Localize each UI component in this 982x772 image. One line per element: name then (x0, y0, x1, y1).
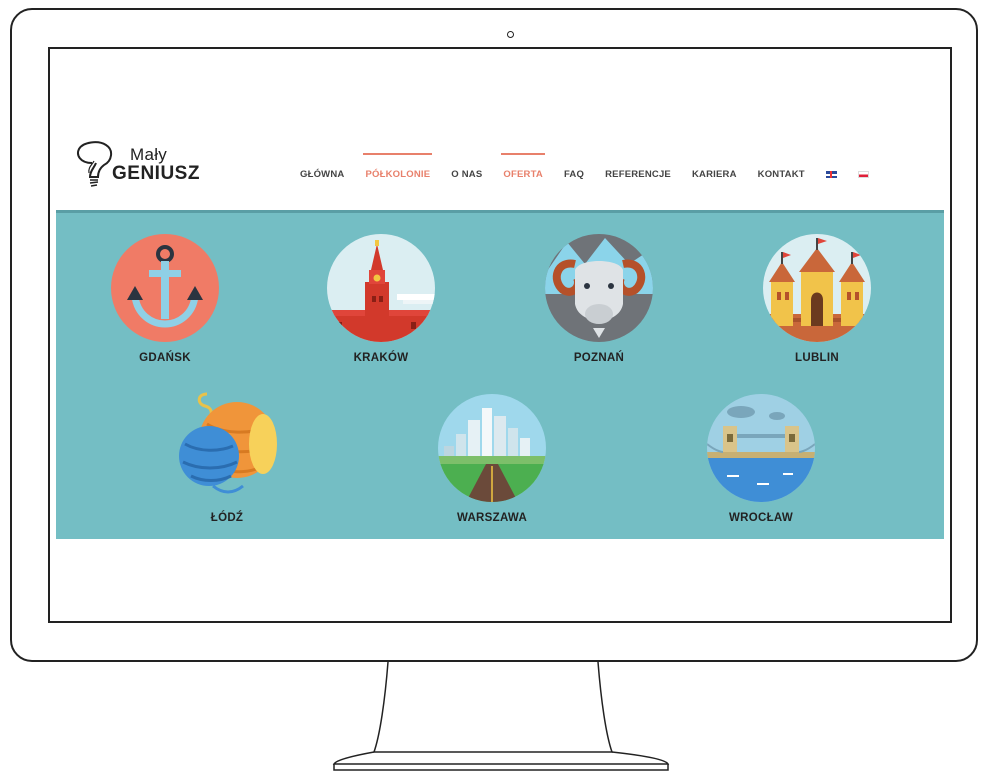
city-name-poznan: POZNAŃ (573, 352, 625, 364)
polish-flag-icon[interactable] (857, 171, 869, 178)
nav-item-referencje[interactable]: REFERENCJE (605, 169, 671, 180)
city-name-lodz: ŁÓDŹ (210, 512, 244, 524)
main-navigation: GŁÓWNA PÓŁKOLONIE O NAS OFERTA FAQ REFER… (300, 153, 890, 180)
city-name-lublin: LUBLIN (795, 352, 839, 364)
logo-text-geniusz: GENIUSZ (112, 163, 200, 184)
castle-icon (763, 234, 871, 342)
english-flag-icon[interactable] (825, 171, 837, 178)
city-name-gdansk: GDAŃSK (139, 352, 191, 364)
website-screen: Mały GENIUSZ GŁÓWNA PÓŁKOLONIE O NAS OFE… (48, 47, 952, 623)
site-header: Mały GENIUSZ GŁÓWNA PÓŁKOLONIE O NAS OFE… (50, 49, 950, 209)
bridge-icon (707, 394, 815, 502)
city-tile-lodz[interactable]: ŁÓDŹ (162, 392, 292, 524)
nav-item-faq[interactable]: FAQ (564, 169, 584, 180)
city-name-wroclaw: WROCŁAW (728, 512, 794, 524)
city-tile-gdansk[interactable]: GDAŃSK (100, 234, 230, 364)
city-name-warszawa: WARSZAWA (456, 512, 528, 524)
city-name-krakow: KRAKÓW (353, 352, 409, 364)
nav-item-kariera[interactable]: KARIERA (692, 169, 737, 180)
city-skyline-icon (438, 394, 546, 502)
anchor-icon (111, 234, 219, 342)
lightbulb-icon (77, 141, 112, 187)
nav-item-kontakt[interactable]: KONTAKT (758, 169, 805, 180)
nav-item-glowna[interactable]: GŁÓWNA (300, 169, 344, 180)
logo-text-maly: Mały (130, 145, 168, 164)
nav-item-o-nas[interactable]: O NAS (451, 169, 482, 180)
nav-item-oferta[interactable]: OFERTA (501, 153, 545, 180)
city-tile-wroclaw[interactable]: WROCŁAW (696, 394, 826, 524)
cities-section: GDAŃSK KRAKÓW POZNAŃ LUBLIN ŁÓDŹ WARSZAW… (56, 210, 944, 539)
goat-icon (545, 234, 653, 342)
yarn-balls-icon (173, 392, 281, 502)
city-tile-warszawa[interactable]: WARSZAWA (427, 394, 557, 524)
castle-tower-icon (327, 234, 435, 342)
city-tile-krakow[interactable]: KRAKÓW (316, 234, 446, 364)
city-tile-poznan[interactable]: POZNAŃ (534, 234, 664, 364)
city-tile-lublin[interactable]: LUBLIN (752, 234, 882, 364)
nav-item-polkolonie[interactable]: PÓŁKOLONIE (363, 153, 433, 180)
logo[interactable]: Mały GENIUSZ (70, 141, 210, 205)
